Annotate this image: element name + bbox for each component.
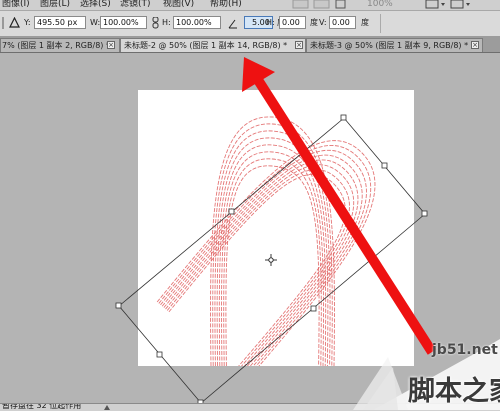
menu-bar: 图像(I) 图层(L) 选择(S) 滤镜(T) 视图(V) 帮助(H) 100% [0,0,500,11]
transform-handle-bottom-left[interactable] [156,351,163,358]
screen-mode-icon[interactable] [450,0,472,9]
vertical-skew-input[interactable]: 0.00 [329,16,356,29]
height-label: H: [162,18,171,27]
tab-label: 7% (图层 1 副本 2, RGB/8) * [2,41,110,50]
horizontal-skew-label: H: [266,18,275,27]
menu-filter[interactable]: 滤镜(T) [120,0,151,10]
link-icon[interactable] [151,17,160,29]
width-label: W: [90,18,101,27]
document-tabs: 7% (图层 1 副本 2, RGB/8) * × 未标题-2 @ 50% (图… [0,37,500,53]
tab-close-icon[interactable]: × [471,41,479,49]
tab-document-1[interactable]: 7% (图层 1 副本 2, RGB/8) * × [0,38,120,52]
menu-help[interactable]: 帮助(H) [210,0,242,10]
height-scale-input[interactable]: 100.00% [173,16,221,29]
tab-close-icon[interactable]: × [295,41,303,49]
bridge-icon[interactable] [292,0,310,9]
menu-select[interactable]: 选择(S) [80,0,111,10]
view-extras-icon[interactable] [335,0,347,9]
watermark-brand: 脚本之家 [408,376,500,407]
zoom-level[interactable]: 100% [367,0,393,10]
panel-grip-icon [2,17,4,29]
y-position-input[interactable]: 495.50 px [34,16,86,29]
arrange-documents-icon[interactable] [425,0,447,9]
transform-handle-right[interactable] [421,210,428,217]
options-bar-spacer [380,14,381,33]
vertical-skew-unit: 度 [361,18,369,27]
watermark: jb51.net 脚本之家 [353,339,500,410]
width-scale-input[interactable]: 100.00% [100,16,147,29]
transform-handle-top-left[interactable] [228,208,235,215]
menu-view[interactable]: 视图(V) [163,0,194,10]
y-label: Y: [24,18,31,27]
delta-icon [9,17,20,28]
menu-layer[interactable]: 图层(L) [40,0,70,10]
tab-document-2[interactable]: 未标题-2 @ 50% (图层 1 副本 14, RGB/8) * × [120,38,306,52]
watermark-site: jb51.net [432,342,498,358]
menu-image[interactable]: 图像(I) [2,0,30,10]
tab-label: 未标题-3 @ 50% (图层 1 副本 9, RGB/8) * [310,41,469,50]
vertical-skew-label: V: [319,18,327,27]
tab-close-icon[interactable]: × [107,41,115,49]
horizontal-skew-unit: 度 [310,18,318,27]
rotate-angle-icon [228,19,237,29]
transform-handle-bottom-right[interactable] [310,305,317,312]
transform-handle-right-upper[interactable] [381,162,388,169]
horizontal-skew-input[interactable]: 0.00 [279,16,306,29]
tab-document-3[interactable]: 未标题-3 @ 50% (图层 1 副本 9, RGB/8) * × [306,38,483,52]
transform-handle-left[interactable] [115,302,122,309]
minibridge-icon[interactable] [313,0,331,9]
transform-handle-top-right[interactable] [340,114,347,121]
tab-label: 未标题-2 @ 50% (图层 1 副本 14, RGB/8) * [124,41,288,50]
transform-options-bar: Y: 495.50 px W: 100.00% H: 100.00% 5.00 … [0,11,500,37]
